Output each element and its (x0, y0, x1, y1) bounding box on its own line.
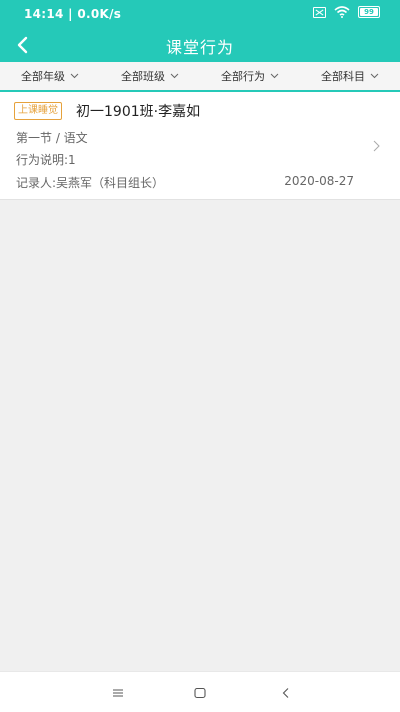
filter-class[interactable]: 全部班级 (121, 68, 179, 84)
filter-subject[interactable]: 全部科目 (321, 68, 379, 84)
record-title: 初一1901班·李嘉如 (76, 104, 201, 120)
battery-level: 99 (364, 8, 374, 16)
page-title: 课堂行为 (165, 38, 234, 57)
chevron-down-icon (370, 73, 379, 79)
home-icon (194, 687, 206, 699)
chevron-right-icon (373, 140, 380, 152)
system-back-button[interactable] (279, 685, 293, 699)
system-menu-button[interactable] (111, 685, 125, 699)
filter-subject-label: 全部科目 (321, 70, 365, 83)
chevron-down-icon (170, 73, 179, 79)
record-recorder: 记录人:吴燕军（科目组长） (16, 176, 165, 190)
behavior-tag: 上课睡觉 (14, 102, 62, 120)
nav-bar: 课堂行为 (0, 28, 400, 62)
chevron-down-icon (270, 73, 279, 79)
chevron-down-icon (70, 73, 79, 79)
filter-behavior[interactable]: 全部行为 (221, 68, 279, 84)
filter-class-label: 全部班级 (121, 70, 165, 83)
status-bar: 14:14 | 0.0K/s 99 (0, 0, 400, 28)
record-period-subject: 第一节 / 语文 (16, 131, 88, 145)
wifi-icon (334, 6, 350, 18)
battery-icon: 99 (358, 6, 380, 18)
behavior-record-item[interactable]: 上课睡觉 初一1901班·李嘉如 第一节 / 语文 行为说明:1 记录人:吴燕军… (0, 92, 400, 200)
filter-grade[interactable]: 全部年级 (21, 68, 79, 84)
menu-icon (113, 689, 123, 697)
back-icon (282, 688, 289, 698)
status-time: 14:14 | 0.0K/s (24, 7, 122, 21)
status-icons: 99 (313, 6, 380, 18)
filter-grade-label: 全部年级 (21, 70, 65, 83)
filter-bar: 全部年级 全部班级 全部行为 全部科目 (0, 62, 400, 92)
system-nav-bar (0, 671, 400, 712)
system-home-button[interactable] (193, 685, 207, 699)
record-description: 行为说明:1 (16, 153, 76, 167)
record-date: 2020-08-27 (284, 174, 354, 188)
filter-behavior-label: 全部行为 (221, 70, 265, 83)
sim-card-icon (313, 6, 326, 18)
